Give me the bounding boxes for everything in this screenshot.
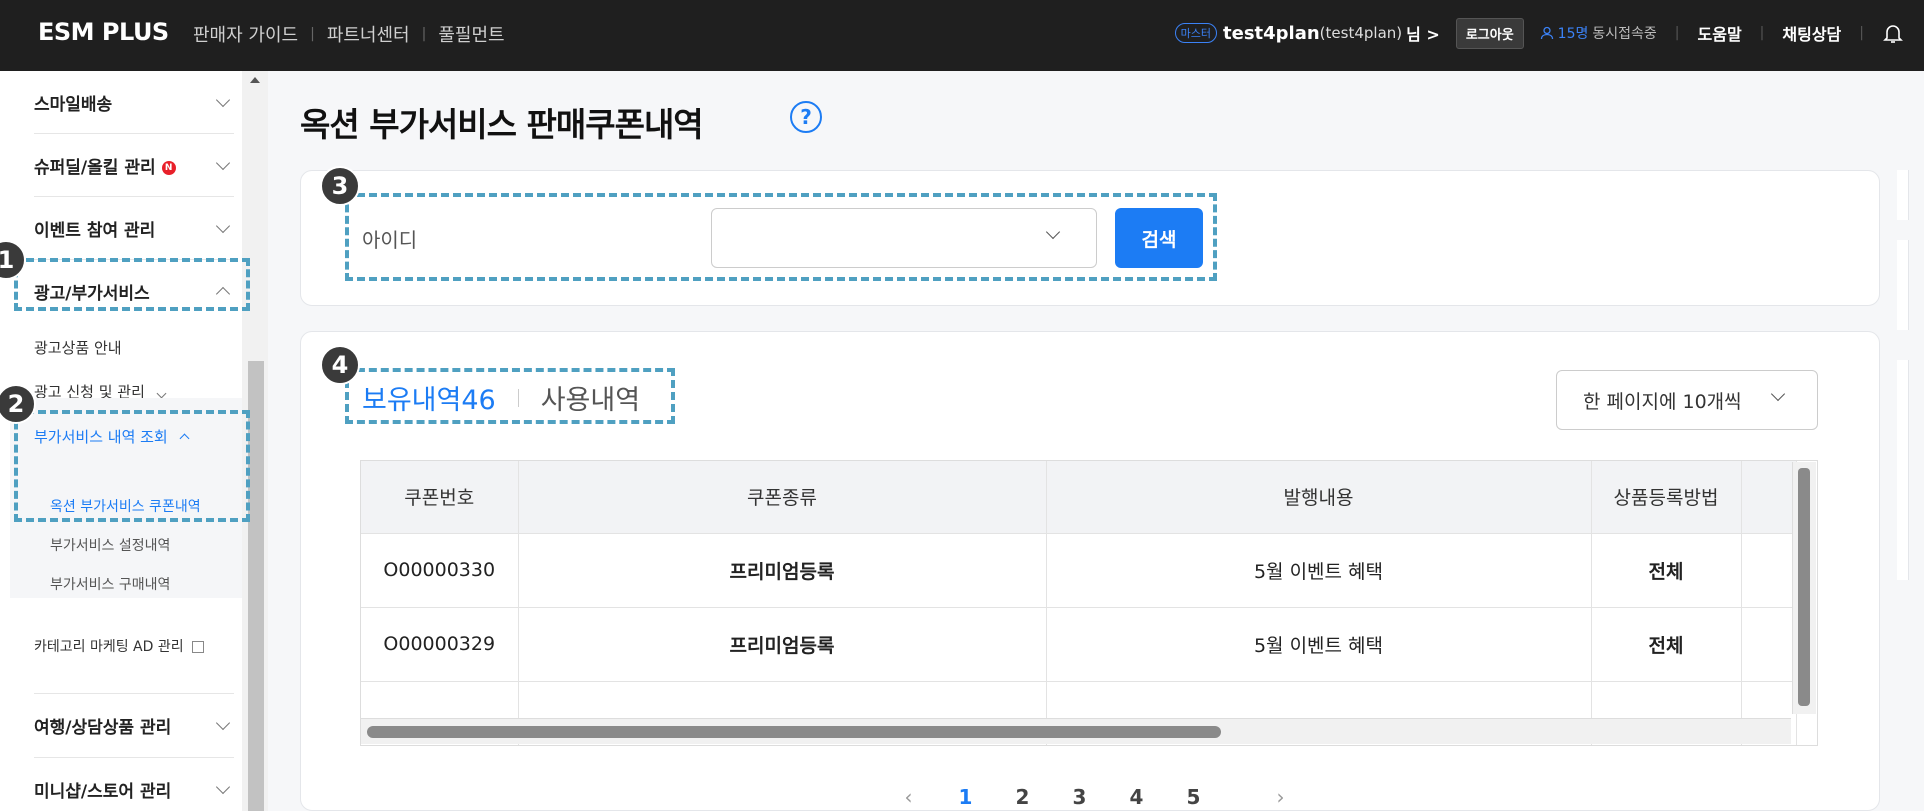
column-header: 상품등록방법 bbox=[1591, 461, 1742, 534]
highlight-box-3 bbox=[345, 193, 1217, 281]
divider: | bbox=[1674, 25, 1680, 41]
sidebar-section-event[interactable]: 이벤트 참여 관리 bbox=[34, 197, 234, 260]
nav-seller-guide[interactable]: 판매자 가이드 bbox=[193, 21, 298, 47]
sidebar-item-addon-purchase[interactable]: 부가서비스 구매내역 bbox=[50, 574, 170, 594]
coupon-number: O00000329 bbox=[361, 607, 519, 682]
logout-button[interactable]: 로그아웃 bbox=[1455, 17, 1524, 49]
sidebar-item-ad-guide[interactable]: 광고상품 안내 bbox=[34, 337, 122, 358]
scrollbar-thumb[interactable] bbox=[367, 726, 1221, 738]
chevron-down-icon bbox=[215, 715, 231, 731]
user-area: 마스터 test4plan (test4plan) 님 > 로그아웃 15명 동… bbox=[1174, 17, 1904, 49]
sidebar-item-label: 카테고리 마케팅 AD 관리 bbox=[34, 639, 184, 655]
concurrent-label: 동시접속중 bbox=[1592, 26, 1657, 42]
person-icon bbox=[1540, 26, 1553, 40]
concurrent-count: 15명 bbox=[1557, 26, 1589, 42]
next-page-button[interactable]: › bbox=[1252, 785, 1309, 809]
table-header-row: 쿠폰번호 쿠폰종류 발행내용 상품등록방법 bbox=[361, 461, 1797, 534]
column-header: 쿠폰종류 bbox=[518, 461, 1047, 534]
chevron-down-icon bbox=[156, 388, 167, 399]
register-method: 전체 bbox=[1591, 607, 1742, 682]
chat-support-link[interactable]: 채팅상담 bbox=[1782, 21, 1841, 45]
nav-divider: | bbox=[310, 26, 315, 42]
master-badge: 마스터 bbox=[1174, 23, 1217, 43]
chevron-down-icon bbox=[215, 218, 231, 234]
concurrent-users[interactable]: 15명 동시접속중 bbox=[1540, 23, 1657, 43]
sidebar-section-label: 슈퍼딜/올킬 관리 bbox=[34, 157, 156, 178]
card-edge bbox=[1897, 240, 1909, 330]
user-name[interactable]: test4plan bbox=[1223, 23, 1320, 44]
per-page-select[interactable]: 한 페이지에 10개씩 bbox=[1556, 370, 1818, 430]
sidebar-item-category-marketing[interactable]: 카테고리 마케팅 AD 관리 bbox=[34, 636, 205, 656]
per-page-value: 한 페이지에 10개씩 bbox=[1583, 390, 1742, 413]
scrollbar-thumb[interactable] bbox=[1798, 468, 1810, 706]
page-title: 옥션 부가서비스 판매쿠폰내역 bbox=[300, 105, 704, 144]
divider: | bbox=[1859, 25, 1864, 41]
scrollbar-thumb[interactable] bbox=[248, 361, 264, 811]
sidebar-section-label: 스마일배송 bbox=[34, 94, 113, 115]
table-vertical-scrollbar[interactable] bbox=[1792, 462, 1816, 714]
sidebar-section-minishop[interactable]: 미니샵/스토어 관리 bbox=[34, 757, 234, 811]
chevron-down-icon bbox=[215, 779, 231, 795]
sidebar-item-addon-settings[interactable]: 부가서비스 설정내역 bbox=[50, 535, 170, 555]
user-menu-link[interactable]: 님 > bbox=[1406, 21, 1440, 45]
extra-cell bbox=[1741, 607, 1797, 682]
help-icon[interactable]: ? bbox=[790, 101, 822, 133]
top-header: ESM PLUS 판매자 가이드 | 파트너센터 | 풀필먼트 마스터 test… bbox=[0, 0, 1924, 71]
page-button[interactable]: 4 bbox=[1108, 785, 1165, 809]
chevron-down-icon bbox=[215, 155, 231, 171]
divider: | bbox=[1759, 25, 1765, 41]
sidebar-section-travel[interactable]: 여행/상담상품 관리 bbox=[34, 693, 234, 756]
column-header: 쿠폰번호 bbox=[361, 461, 519, 534]
sidebar-section-label: 이벤트 참여 관리 bbox=[34, 220, 156, 241]
esm-plus-logo[interactable]: ESM PLUS bbox=[38, 18, 169, 46]
issue-content: 5월 이벤트 혜택 bbox=[1046, 607, 1592, 682]
annotation-marker-3: 3 bbox=[320, 166, 360, 206]
top-nav: 판매자 가이드 | 파트너센터 | 풀필먼트 bbox=[193, 21, 505, 47]
new-badge: N bbox=[161, 160, 176, 175]
nav-fulfillment[interactable]: 풀필먼트 bbox=[438, 21, 504, 47]
highlight-box-4 bbox=[345, 368, 675, 424]
bell-icon[interactable] bbox=[1882, 22, 1904, 44]
prev-page-button[interactable]: ‹ bbox=[880, 785, 937, 809]
table-row[interactable]: O00000329 프리미엄등록 5월 이벤트 혜택 전체 bbox=[361, 607, 1797, 682]
column-header: 발행내용 bbox=[1046, 461, 1592, 534]
user-id[interactable]: (test4plan) bbox=[1320, 24, 1402, 42]
sidebar-section-smile-delivery[interactable]: 스마일배송 bbox=[34, 71, 234, 134]
card-edge bbox=[1897, 170, 1909, 220]
sidebar-section-label: 미니샵/스토어 관리 bbox=[34, 781, 172, 802]
nav-divider: | bbox=[421, 26, 427, 42]
register-method: 전체 bbox=[1591, 533, 1742, 608]
coupon-table: 쿠폰번호 쿠폰종류 발행내용 상품등록방법 O00000330 프리미엄등록 5… bbox=[360, 460, 1818, 746]
nav-partner-center[interactable]: 파트너센터 bbox=[327, 21, 410, 47]
highlight-box-1 bbox=[14, 258, 250, 311]
page-button-current[interactable]: 1 bbox=[937, 785, 994, 809]
chevron-down-icon bbox=[1770, 386, 1786, 402]
column-header bbox=[1741, 461, 1797, 534]
card-edge bbox=[1897, 360, 1909, 580]
highlight-box-2 bbox=[14, 410, 250, 522]
pagination: ‹ 1 2 3 4 5 › bbox=[880, 785, 1309, 809]
coupon-number: O00000330 bbox=[361, 533, 519, 608]
page-button[interactable]: 5 bbox=[1165, 785, 1222, 809]
scroll-up-arrow-icon[interactable] bbox=[250, 77, 260, 83]
chevron-down-icon bbox=[215, 92, 231, 108]
sidebar-section-label: 여행/상담상품 관리 bbox=[34, 717, 172, 738]
page-button[interactable]: 3 bbox=[1051, 785, 1108, 809]
issue-content: 5월 이벤트 혜택 bbox=[1046, 533, 1592, 608]
help-link[interactable]: 도움말 bbox=[1698, 21, 1742, 45]
coupon-type: 프리미엄등록 bbox=[518, 533, 1047, 608]
table-horizontal-scrollbar[interactable] bbox=[361, 718, 1791, 744]
annotation-marker-4: 4 bbox=[320, 345, 360, 385]
extra-cell bbox=[1741, 533, 1797, 608]
coupon-type: 프리미엄등록 bbox=[518, 607, 1047, 682]
sidebar-section-superdeal[interactable]: 슈퍼딜/올킬 관리 N bbox=[34, 134, 234, 197]
external-link-icon bbox=[192, 641, 205, 653]
table-row[interactable]: O00000330 프리미엄등록 5월 이벤트 혜택 전체 bbox=[361, 533, 1797, 608]
page-button[interactable]: 2 bbox=[994, 785, 1051, 809]
